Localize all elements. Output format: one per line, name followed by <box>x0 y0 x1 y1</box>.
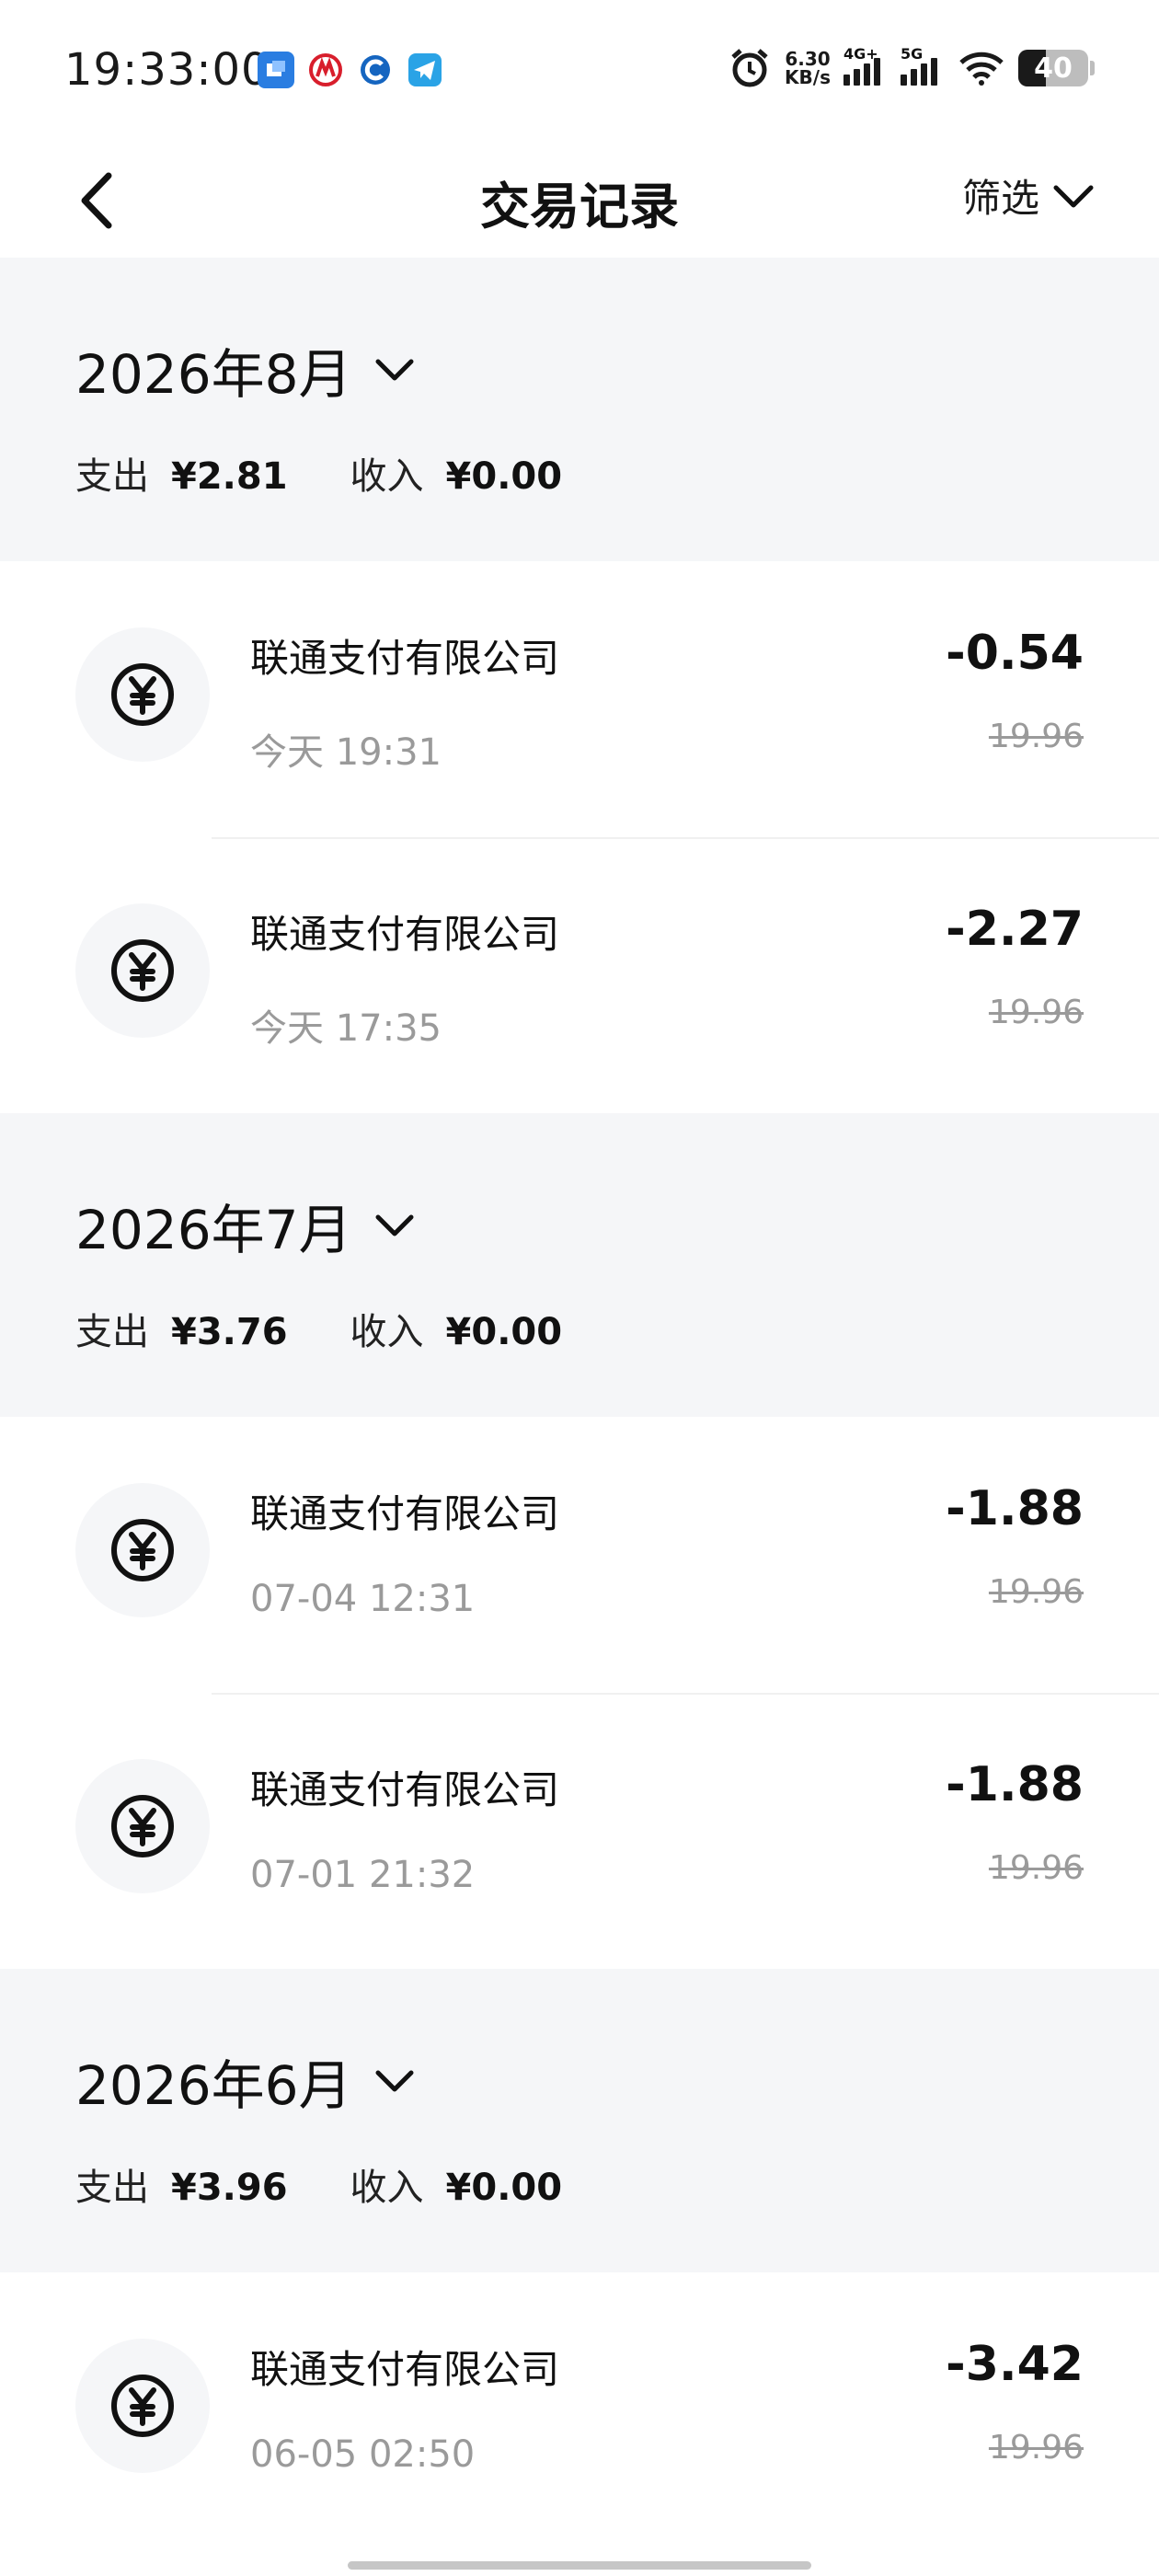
transaction-amount: -3.42 <box>946 2337 1084 2392</box>
transaction-list[interactable]: 2026年8月 支出 ¥2.81 收入 ¥0.00 联通支付有限公司 今天 19… <box>0 258 1159 2548</box>
transaction-time: 07-04 12:31 <box>250 1578 476 1620</box>
chevron-down-icon <box>375 359 414 381</box>
month-transactions: 联通支付有限公司 07-04 12:31 -1.88 19.96 联通支付有限公… <box>0 1417 1159 1969</box>
transaction-row[interactable]: 联通支付有限公司 07-01 21:32 -1.88 19.96 <box>0 1693 1159 1969</box>
income-label: 收入 <box>350 2167 424 2209</box>
alarm-icon <box>731 49 768 87</box>
month-selector[interactable]: 2026年8月 <box>75 331 415 408</box>
merchant-name: 联通支付有限公司 <box>250 912 560 957</box>
original-amount: 19.96 <box>988 718 1084 755</box>
month-header: 2026年8月 支出 ¥2.81 收入 ¥0.00 <box>0 258 1159 561</box>
transaction-time: 今天 17:35 <box>250 1007 442 1050</box>
transaction-row[interactable]: 联通支付有限公司 今天 19:31 -0.54 19.96 <box>0 561 1159 837</box>
notification-icons <box>258 52 443 88</box>
signal-5g-icon: 5G <box>901 45 945 86</box>
expense-label: 支出 <box>75 455 149 498</box>
income-value: ¥0.00 <box>445 1311 563 1353</box>
merchant-name: 联通支付有限公司 <box>250 1491 560 1536</box>
transaction-amount: -1.88 <box>946 1757 1084 1812</box>
pay-notification-icon <box>357 52 394 88</box>
transaction-avatar <box>75 627 210 762</box>
network-speed: 6.30 KB/s <box>785 48 831 88</box>
transaction-time: 今天 19:31 <box>250 731 442 774</box>
yuan-coin-icon <box>111 1795 174 1857</box>
filter-label: 筛选 <box>961 176 1039 221</box>
yuan-coin-icon <box>111 1519 174 1581</box>
month-summary: 支出 ¥3.96 收入 ¥0.00 <box>75 2157 625 2211</box>
transaction-avatar <box>75 903 210 1038</box>
month-summary: 支出 ¥3.76 收入 ¥0.00 <box>75 1302 625 1355</box>
transaction-row[interactable]: 联通支付有限公司 今天 17:35 -2.27 19.96 <box>0 837 1159 1113</box>
chevron-down-icon <box>1053 185 1094 207</box>
filter-button[interactable]: 筛选 <box>962 167 1095 224</box>
income-value: ¥0.00 <box>445 455 563 498</box>
expense-value: ¥3.96 <box>171 2167 288 2209</box>
month-title: 2026年6月 <box>75 2054 352 2117</box>
transaction-amount: -0.54 <box>946 626 1084 681</box>
expense-label: 支出 <box>75 2167 149 2209</box>
transaction-amount: -2.27 <box>946 902 1084 957</box>
chevron-down-icon <box>375 1214 414 1236</box>
income-label: 收入 <box>350 455 424 498</box>
battery-indicator: 40 <box>1018 50 1095 86</box>
month-title: 2026年8月 <box>75 343 352 406</box>
chevron-down-icon <box>375 2070 414 2092</box>
merchant-name: 联通支付有限公司 <box>250 636 560 681</box>
top-bar: 交易记录 筛选 <box>0 138 1159 258</box>
signal-4g-icon: 4G+ <box>843 45 888 86</box>
expense-value: ¥3.76 <box>171 1311 288 1353</box>
status-bar: 19:33:00 6.30 KB/s 4G+ 5G 40 <box>0 0 1159 138</box>
original-amount: 19.96 <box>988 994 1084 1031</box>
telegram-notification-icon <box>407 52 443 88</box>
month-selector[interactable]: 2026年7月 <box>75 1187 415 1264</box>
month-transactions: 联通支付有限公司 06-05 02:50 -3.42 19.96 <box>0 2272 1159 2548</box>
merchant-name: 联通支付有限公司 <box>250 2347 560 2392</box>
yuan-coin-icon <box>111 2375 174 2437</box>
yuan-coin-icon <box>111 663 174 726</box>
status-right: 6.30 KB/s 4G+ 5G 40 <box>728 45 1095 90</box>
yuan-coin-icon <box>111 939 174 1002</box>
wifi-icon <box>959 52 1004 86</box>
bank-notification-icon <box>307 52 344 88</box>
expense-value: ¥2.81 <box>171 455 288 498</box>
transaction-amount: -1.88 <box>946 1481 1084 1536</box>
month-header: 2026年7月 支出 ¥3.76 收入 ¥0.00 <box>0 1113 1159 1417</box>
app-notification-icon <box>258 52 294 88</box>
month-header: 2026年6月 支出 ¥3.96 收入 ¥0.00 <box>0 1969 1159 2272</box>
month-transactions: 联通支付有限公司 今天 19:31 -0.54 19.96 联通支付有限公司 今… <box>0 561 1159 1113</box>
expense-label: 支出 <box>75 1311 149 1353</box>
transaction-avatar <box>75 1759 210 1893</box>
transaction-time: 06-05 02:50 <box>250 2433 476 2476</box>
merchant-name: 联通支付有限公司 <box>250 1767 560 1812</box>
month-title: 2026年7月 <box>75 1199 352 1261</box>
home-indicator[interactable] <box>348 2561 811 2570</box>
transaction-avatar <box>75 1483 210 1617</box>
status-time: 19:33:00 <box>64 44 270 96</box>
original-amount: 19.96 <box>988 2429 1084 2467</box>
transaction-avatar <box>75 2339 210 2473</box>
month-summary: 支出 ¥2.81 收入 ¥0.00 <box>75 446 625 500</box>
month-selector[interactable]: 2026年6月 <box>75 2042 415 2120</box>
original-amount: 19.96 <box>988 1573 1084 1611</box>
transaction-row[interactable]: 联通支付有限公司 07-04 12:31 -1.88 19.96 <box>0 1417 1159 1693</box>
original-amount: 19.96 <box>988 1849 1084 1887</box>
income-value: ¥0.00 <box>445 2167 563 2209</box>
transaction-row[interactable]: 联通支付有限公司 06-05 02:50 -3.42 19.96 <box>0 2272 1159 2548</box>
income-label: 收入 <box>350 1311 424 1353</box>
battery-level: 40 <box>1034 52 1073 85</box>
transaction-time: 07-01 21:32 <box>250 1854 476 1896</box>
